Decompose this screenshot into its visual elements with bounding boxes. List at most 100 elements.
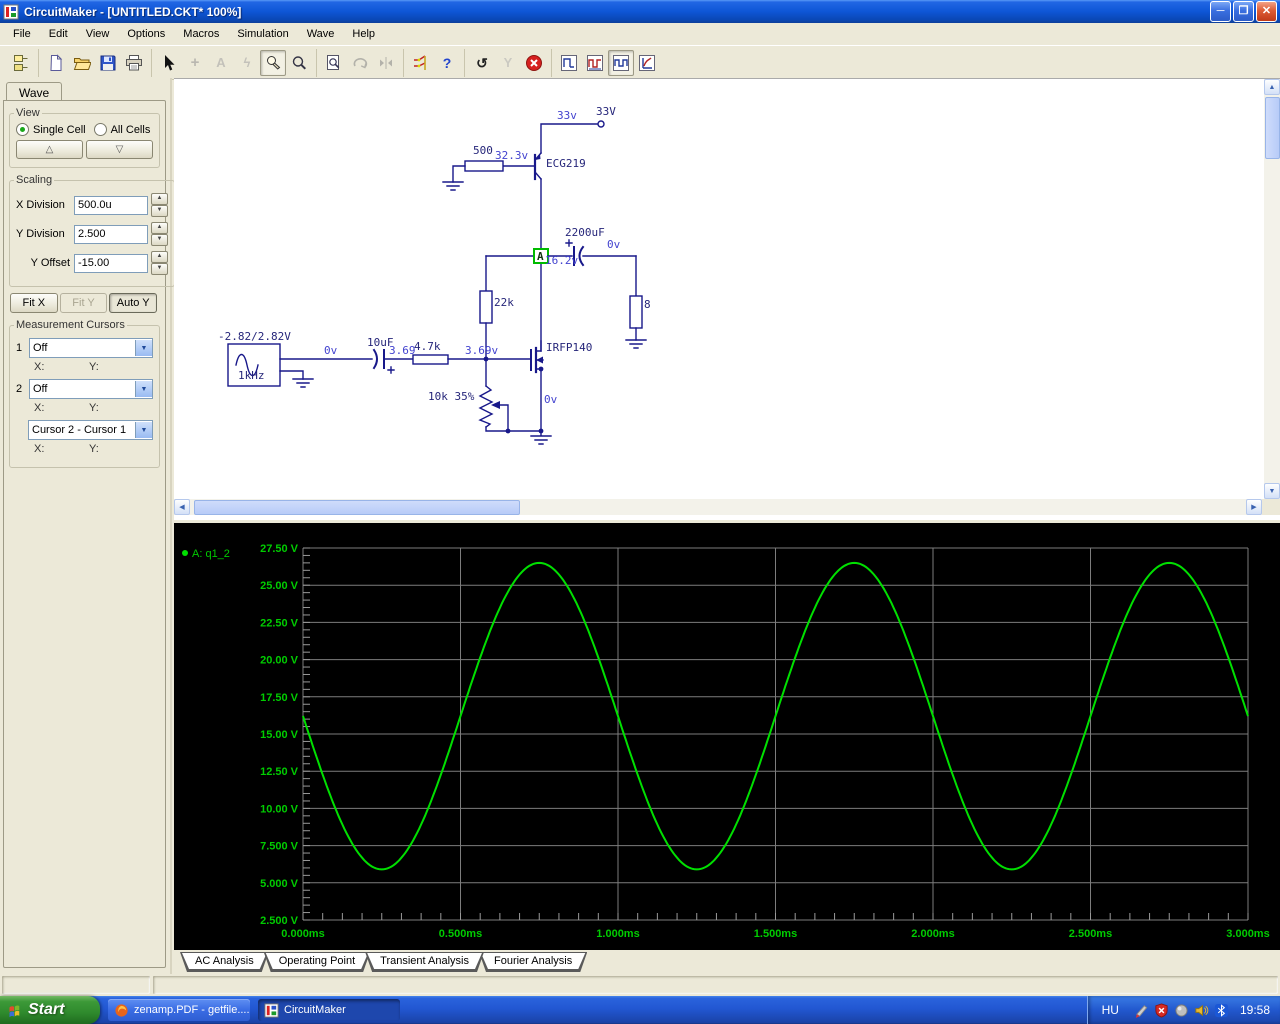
x-axis-tick-label: 2.500ms: [1069, 928, 1112, 940]
y-offset-spinner[interactable]: ▲▼: [151, 251, 168, 275]
zoom-area-button[interactable]: [321, 50, 347, 76]
prev-cell-button[interactable]: △: [16, 140, 83, 159]
taskbar: Start zenamp.PDF - getfile.... CircuitMak…: [0, 996, 1280, 1024]
circuit-label-1khz[interactable]: 1kHz: [238, 370, 265, 381]
menu-item-file[interactable]: File: [4, 25, 40, 43]
x-division-spinner[interactable]: ▲▼: [151, 193, 168, 217]
y-axis-tick-label: 7.500 V: [260, 841, 299, 853]
wire-tool-button: +: [182, 50, 208, 76]
save-file-icon: [99, 54, 117, 72]
circuit-label-0v[interactable]: 0v: [324, 345, 337, 356]
close-button[interactable]: ✕: [1256, 1, 1277, 22]
all-cells-radio[interactable]: [94, 123, 107, 136]
reset-button[interactable]: ↺: [469, 50, 495, 76]
x-axis-tick-label: 2.000ms: [911, 928, 954, 940]
probe-tool-icon: [264, 54, 282, 72]
text-tool-button: A: [208, 50, 234, 76]
analog-waveform-icon: [612, 54, 630, 72]
tab-ac-analysis[interactable]: AC Analysis: [180, 952, 269, 972]
schematic-area: 33v33V50032.3vECG2192200uF0v16.2vA22k8-2…: [174, 78, 1280, 520]
volume-icon[interactable]: [1174, 1003, 1189, 1018]
language-indicator[interactable]: HU: [1102, 1003, 1119, 1017]
menu-item-edit[interactable]: Edit: [40, 25, 77, 43]
tab-transient-analysis[interactable]: Transient Analysis: [365, 952, 484, 972]
circuit-label-8[interactable]: 8: [644, 299, 651, 310]
wave-panel-body: View Single Cell All Cells △ ▽ Scaling X…: [3, 100, 166, 968]
taskbar-task-zenamp-pdf[interactable]: zenamp.PDF - getfile....: [108, 999, 250, 1021]
security-shield-icon[interactable]: [1154, 1003, 1169, 1018]
single-cell-radio[interactable]: [16, 123, 29, 136]
auto-y-button[interactable]: Auto Y: [109, 293, 157, 313]
restore-button[interactable]: ❐: [1233, 1, 1254, 22]
circuit-label-16.2v[interactable]: 16.2v: [545, 255, 578, 266]
schematic-canvas[interactable]: 33v33V50032.3vECG2192200uF0v16.2vA22k8-2…: [174, 79, 1262, 499]
circuit-label-a[interactable]: A: [537, 251, 544, 262]
probe-tool-button[interactable]: [260, 50, 286, 76]
stop-button[interactable]: [521, 50, 547, 76]
cursor2-select[interactable]: Off▼: [29, 379, 153, 399]
bluetooth-icon[interactable]: [1214, 1003, 1229, 1018]
help-button[interactable]: ?: [434, 50, 460, 76]
pen-icon[interactable]: [1134, 1003, 1149, 1018]
menu-item-macros[interactable]: Macros: [174, 25, 228, 43]
circuit-label-33v[interactable]: 33V: [596, 106, 616, 117]
analog-waveform-button[interactable]: [608, 50, 634, 76]
new-file-button[interactable]: [43, 50, 69, 76]
circuit-label-0v[interactable]: 0v: [607, 239, 620, 250]
circuit-horizontal-scrollbar[interactable]: ◀ ▶: [174, 499, 1262, 515]
menu-item-options[interactable]: Options: [118, 25, 174, 43]
y-division-spinner[interactable]: ▲▼: [151, 222, 168, 246]
menu-item-simulation[interactable]: Simulation: [228, 25, 297, 43]
circuit-label-500[interactable]: 500: [473, 145, 493, 156]
circuit-label-32.3v[interactable]: 32.3v: [495, 150, 528, 161]
delete-tool-button: ϟ: [234, 50, 260, 76]
digital-waveform-button[interactable]: [582, 50, 608, 76]
print-button[interactable]: [121, 50, 147, 76]
parts-browser-button[interactable]: [8, 50, 34, 76]
start-button[interactable]: Start: [0, 996, 100, 1024]
taskbar-task-circuitmaker[interactable]: CircuitMaker: [258, 999, 400, 1021]
menu-item-help[interactable]: Help: [343, 25, 384, 43]
next-cell-button[interactable]: ▽: [86, 140, 153, 159]
circuit-label-10k-35-[interactable]: 10k 35%: [428, 391, 474, 402]
waveform-chart: 27.50 V25.00 V22.50 V20.00 V17.50 V15.00…: [174, 523, 1280, 950]
circuit-label-2200uf[interactable]: 2200uF: [565, 227, 605, 238]
menu-item-wave[interactable]: Wave: [298, 25, 344, 43]
circuit-label--2.82-2.82v[interactable]: -2.82/2.82V: [218, 331, 291, 342]
tab-operating-point[interactable]: Operating Point: [264, 952, 370, 972]
y-offset-input[interactable]: [74, 254, 148, 273]
xy-display-button[interactable]: [634, 50, 660, 76]
circuit-vertical-scrollbar[interactable]: ▲ ▼: [1264, 79, 1280, 499]
circuit-label-irfp140[interactable]: IRFP140: [546, 342, 592, 353]
digital-switch-button[interactable]: [408, 50, 434, 76]
taskbar-clock[interactable]: 19:58: [1240, 1003, 1270, 1017]
waveform-plot[interactable]: 27.50 V25.00 V22.50 V20.00 V17.50 V15.00…: [174, 523, 1280, 950]
circuit-label-ecg219[interactable]: ECG219: [546, 158, 586, 169]
menu-item-view[interactable]: View: [77, 25, 119, 43]
circuit-label-22k[interactable]: 22k: [494, 297, 514, 308]
circuit-label-0v[interactable]: 0v: [544, 394, 557, 405]
wave-panel: Wave View Single Cell All Cells △ ▽ Scal…: [0, 78, 172, 974]
legend-dot: [182, 550, 188, 556]
zoom-tool-button[interactable]: [286, 50, 312, 76]
y-division-label: Y Division: [16, 228, 74, 240]
minimize-button[interactable]: ─: [1210, 1, 1231, 22]
save-file-button[interactable]: [95, 50, 121, 76]
arrow-tool-button[interactable]: [156, 50, 182, 76]
circuit-label-3.69v[interactable]: 3.69v: [465, 345, 498, 356]
cursor1-select[interactable]: Off▼: [29, 338, 153, 358]
tab-fourier-analysis[interactable]: Fourier Analysis: [479, 952, 587, 972]
probe-display-button[interactable]: [556, 50, 582, 76]
y-division-input[interactable]: [74, 225, 148, 244]
reset-icon: ↺: [476, 56, 488, 70]
x-division-input[interactable]: [74, 196, 148, 215]
circuit-label-4.7k[interactable]: 4.7k: [414, 341, 441, 352]
speaker-icon[interactable]: [1194, 1003, 1209, 1018]
circuit-label-3.69[interactable]: 3.69: [389, 345, 416, 356]
digital-waveform-icon: [586, 54, 604, 72]
fit-x-button[interactable]: Fit X: [10, 293, 58, 313]
toolbar: +Aϟ?↺Y: [0, 45, 1280, 80]
cursor-diff-select[interactable]: Cursor 2 - Cursor 1▼: [28, 420, 153, 440]
open-file-button[interactable]: [69, 50, 95, 76]
circuit-label-33v[interactable]: 33v: [557, 110, 577, 121]
